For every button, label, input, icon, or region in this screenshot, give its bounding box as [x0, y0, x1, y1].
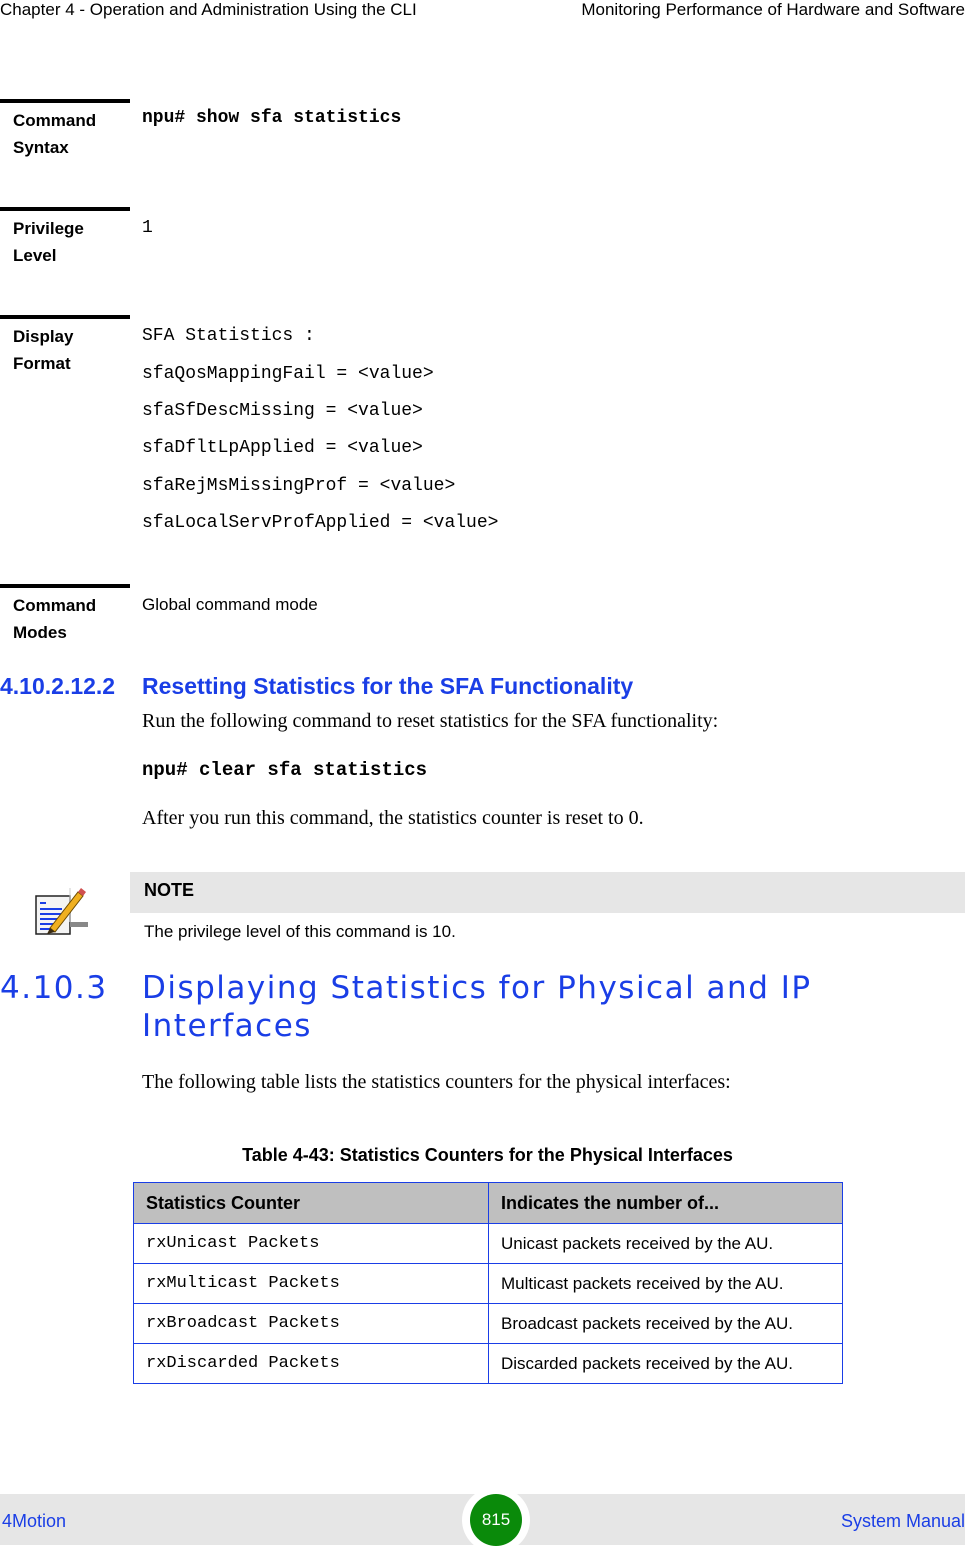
chapter-title: Chapter 4 - Operation and Administration… — [0, 0, 417, 19]
note-text: The privilege level of this command is 1… — [144, 922, 456, 941]
privilege-level-value: 1 — [142, 218, 153, 238]
reset-after-text: After you run this command, the statisti… — [142, 807, 644, 829]
column-header-description: Indicates the number of... — [488, 1182, 843, 1224]
reset-intro-text: Run the following command to reset stati… — [142, 710, 719, 732]
note-pencil-icon — [34, 884, 88, 938]
table-row: rxDiscarded Packets Discarded packets re… — [133, 1343, 843, 1384]
command-modes-block: Command Modes Global command mode — [0, 584, 965, 644]
divider — [0, 207, 130, 211]
divider — [0, 584, 130, 588]
table-row: rxBroadcast Packets Broadcast packets re… — [133, 1303, 843, 1344]
section-number: 4.10.3 — [0, 970, 108, 1006]
divider — [0, 99, 130, 103]
counter-description: Broadcast packets received by the AU. — [488, 1303, 843, 1344]
display-format-line: sfaLocalServProfApplied = <value> — [142, 513, 499, 533]
display-format-line: sfaQosMappingFail = <value> — [142, 364, 434, 384]
display-format-line: sfaRejMsMissingProf = <value> — [142, 476, 456, 496]
table-row: rxMulticast Packets Multicast packets re… — [133, 1263, 843, 1304]
counter-name: rxDiscarded Packets — [133, 1343, 489, 1384]
table-row: rxUnicast Packets Unicast packets receiv… — [133, 1223, 843, 1264]
column-header-counter: Statistics Counter — [133, 1182, 489, 1224]
divider — [0, 315, 130, 319]
counter-name: rxBroadcast Packets — [133, 1303, 489, 1344]
interfaces-intro-text: The following table lists the statistics… — [142, 1071, 731, 1093]
counter-name: rxMulticast Packets — [133, 1263, 489, 1304]
section-title-line1: Displaying Statistics for Physical and I… — [142, 970, 812, 1006]
footer-document: System Manual — [840, 1511, 965, 1531]
command-syntax-value: npu# show sfa statistics — [142, 108, 402, 128]
section-number: 4.10.2.12.2 — [0, 673, 116, 699]
display-format-label: Display Format — [13, 327, 74, 373]
display-format-block: Display Format SFA Statistics : sfaQosMa… — [0, 315, 965, 565]
table-header-row: Statistics Counter Indicates the number … — [133, 1182, 843, 1224]
command-syntax-block: Command Syntax npu# show sfa statistics — [0, 99, 965, 199]
section-title: Monitoring Performance of Hardware and S… — [581, 0, 965, 19]
page-number-badge: 815 — [470, 1494, 522, 1546]
display-format-line: sfaSfDescMissing = <value> — [142, 401, 423, 421]
note-title: NOTE — [144, 880, 195, 900]
privilege-level-block: Privilege Level 1 — [0, 207, 965, 297]
statistics-counters-table: Statistics Counter Indicates the number … — [133, 1182, 843, 1384]
counter-name: rxUnicast Packets — [133, 1223, 489, 1264]
section-title: Resetting Statistics for the SFA Functio… — [142, 673, 634, 699]
footer-product: 4Motion — [2, 1511, 67, 1531]
command-syntax-label: Command Syntax — [13, 111, 97, 157]
display-format-line: SFA Statistics : — [142, 326, 315, 346]
display-format-line: sfaDfltLpApplied = <value> — [142, 438, 423, 458]
section-heading-reset: 4.10.2.12.2 Resetting Statistics for the… — [0, 672, 965, 700]
counter-description: Unicast packets received by the AU. — [488, 1223, 843, 1264]
privilege-level-label: Privilege Level — [13, 219, 84, 265]
section-title-line2: Interfaces — [142, 1008, 312, 1044]
counter-description: Discarded packets received by the AU. — [488, 1343, 843, 1384]
command-modes-value: Global command mode — [142, 595, 318, 614]
counter-description: Multicast packets received by the AU. — [488, 1263, 843, 1304]
table-caption: Table 4-43: Statistics Counters for the … — [242, 1145, 733, 1165]
command-modes-label: Command Modes — [13, 596, 97, 642]
note-header-bar — [130, 872, 965, 913]
reset-command: npu# clear sfa statistics — [142, 759, 428, 781]
